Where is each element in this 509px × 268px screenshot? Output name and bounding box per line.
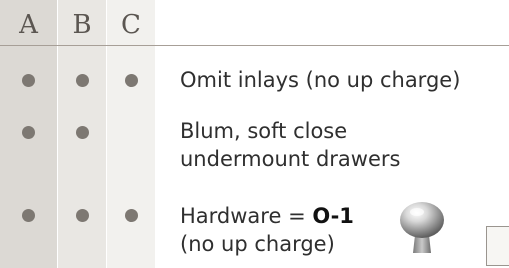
row-2-label: Blum, soft close undermount drawers	[180, 117, 400, 173]
row-2-line-2: undermount drawers	[180, 147, 401, 171]
row-3-dot-c	[125, 209, 138, 222]
row-3-dot-b	[76, 209, 89, 222]
column-header-c: C	[121, 10, 141, 40]
column-separator	[57, 0, 58, 268]
column-header-b: B	[72, 10, 92, 40]
row-1-dot-b	[76, 74, 89, 87]
column-header-a: A	[19, 10, 38, 40]
header-rule	[0, 45, 509, 46]
hardware-note: (no up charge)	[180, 232, 335, 256]
row-2-line-1: Blum, soft close	[180, 119, 348, 143]
column-separator	[106, 0, 107, 268]
column-c-background	[107, 0, 155, 268]
cabinet-knob-icon	[400, 202, 444, 253]
row-3-dot-a	[22, 209, 35, 222]
row-2-dot-a	[22, 126, 35, 139]
row-2-dot-b	[76, 126, 89, 139]
hardware-line: Hardware = O-1	[180, 202, 354, 230]
partial-box-icon	[486, 226, 509, 266]
row-1-dot-a	[22, 74, 35, 87]
row-1-label: Omit inlays (no up charge)	[180, 68, 461, 92]
row-3-label: Hardware = O-1 (no up charge)	[180, 202, 354, 258]
hardware-code: O-1	[312, 204, 354, 228]
options-table: A B C Omit inlays (no up charge) Blum, s…	[0, 0, 509, 268]
hardware-prefix: Hardware =	[180, 204, 313, 228]
row-1-dot-c	[125, 74, 138, 87]
